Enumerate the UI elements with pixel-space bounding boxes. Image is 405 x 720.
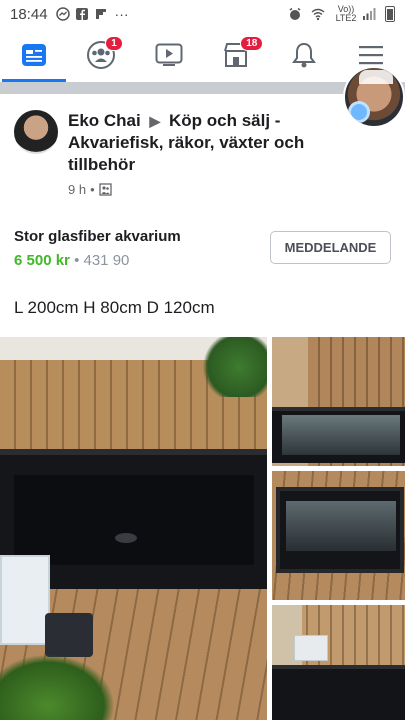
tab-watch[interactable] <box>141 28 197 82</box>
listing-photo-2[interactable] <box>272 337 405 466</box>
author-avatar[interactable] <box>14 110 58 154</box>
battery-icon <box>385 6 395 22</box>
post-meta: Eko Chai ▶ Köp och sälj - Akvariefisk, r… <box>68 110 344 197</box>
price-row: 6 500 kr • 431 90 <box>14 252 129 269</box>
more-notifications-icon: ··· <box>114 6 129 22</box>
listing-description: L 200cm H 80cm D 120cm <box>14 298 215 317</box>
author-name[interactable]: Eko Chai <box>68 111 141 130</box>
post-header: Eko Chai ▶ Köp och sälj - Akvariefisk, r… <box>14 110 344 197</box>
top-nav-bar: 1 18 <box>0 28 405 82</box>
tab-news-feed[interactable] <box>1 28 66 82</box>
flipboard-icon <box>95 9 106 19</box>
photo-plant <box>0 650 120 720</box>
photo-tree <box>197 337 267 397</box>
message-button[interactable]: MEDDELANDE <box>270 231 391 264</box>
post-time[interactable]: 9 h <box>68 182 86 197</box>
post-dot: • <box>90 182 95 197</box>
alarm-icon <box>289 7 301 20</box>
photo-glass <box>282 415 400 455</box>
tab-groups[interactable]: 1 <box>73 28 129 82</box>
flower-icon <box>351 104 367 120</box>
photo-drain <box>115 533 137 543</box>
hamburger-icon <box>359 46 384 65</box>
marketplace-badge: 18 <box>240 36 264 51</box>
facebook-icon <box>75 8 88 20</box>
photo-box <box>294 635 328 661</box>
original-price: 431 90 <box>83 252 130 269</box>
tab-notifications[interactable] <box>276 28 332 82</box>
filter-ears-decoration <box>359 70 393 84</box>
listing-photo-3[interactable] <box>272 471 405 600</box>
status-bar: 18:44 ··· Vo)) LTE2 <box>0 0 405 28</box>
main-listing-photo[interactable] <box>0 337 267 720</box>
post-title: Eko Chai ▶ Köp och sälj - Akvariefisk, r… <box>68 110 344 176</box>
signal-icon <box>363 8 376 20</box>
listing-title: Stor glasfiber akvarium <box>14 228 181 245</box>
tab-marketplace[interactable]: 18 <box>208 28 264 82</box>
groups-badge: 1 <box>105 36 123 51</box>
photo-tank-interior <box>14 475 254 565</box>
chat-head-avatar[interactable] <box>343 66 405 128</box>
watch-icon <box>155 43 183 66</box>
listing-price: 6 500 kr <box>14 252 70 269</box>
bell-icon <box>291 42 316 68</box>
price-separator: • <box>74 252 80 269</box>
wifi-icon <box>311 8 325 21</box>
photo-aquarium-tank <box>272 665 405 720</box>
arrow-right-icon: ▶ <box>149 113 161 129</box>
photo-bucket <box>0 555 50 645</box>
status-time: 18:44 <box>10 5 48 23</box>
news-feed-icon <box>21 44 46 66</box>
post-subline: 9 h • <box>68 182 344 197</box>
network-label: Vo)) LTE2 <box>335 4 357 23</box>
group-privacy-icon <box>98 183 112 196</box>
photo-glass <box>286 501 396 551</box>
listing-photo-4[interactable] <box>272 605 405 720</box>
messenger-icon <box>55 7 70 21</box>
